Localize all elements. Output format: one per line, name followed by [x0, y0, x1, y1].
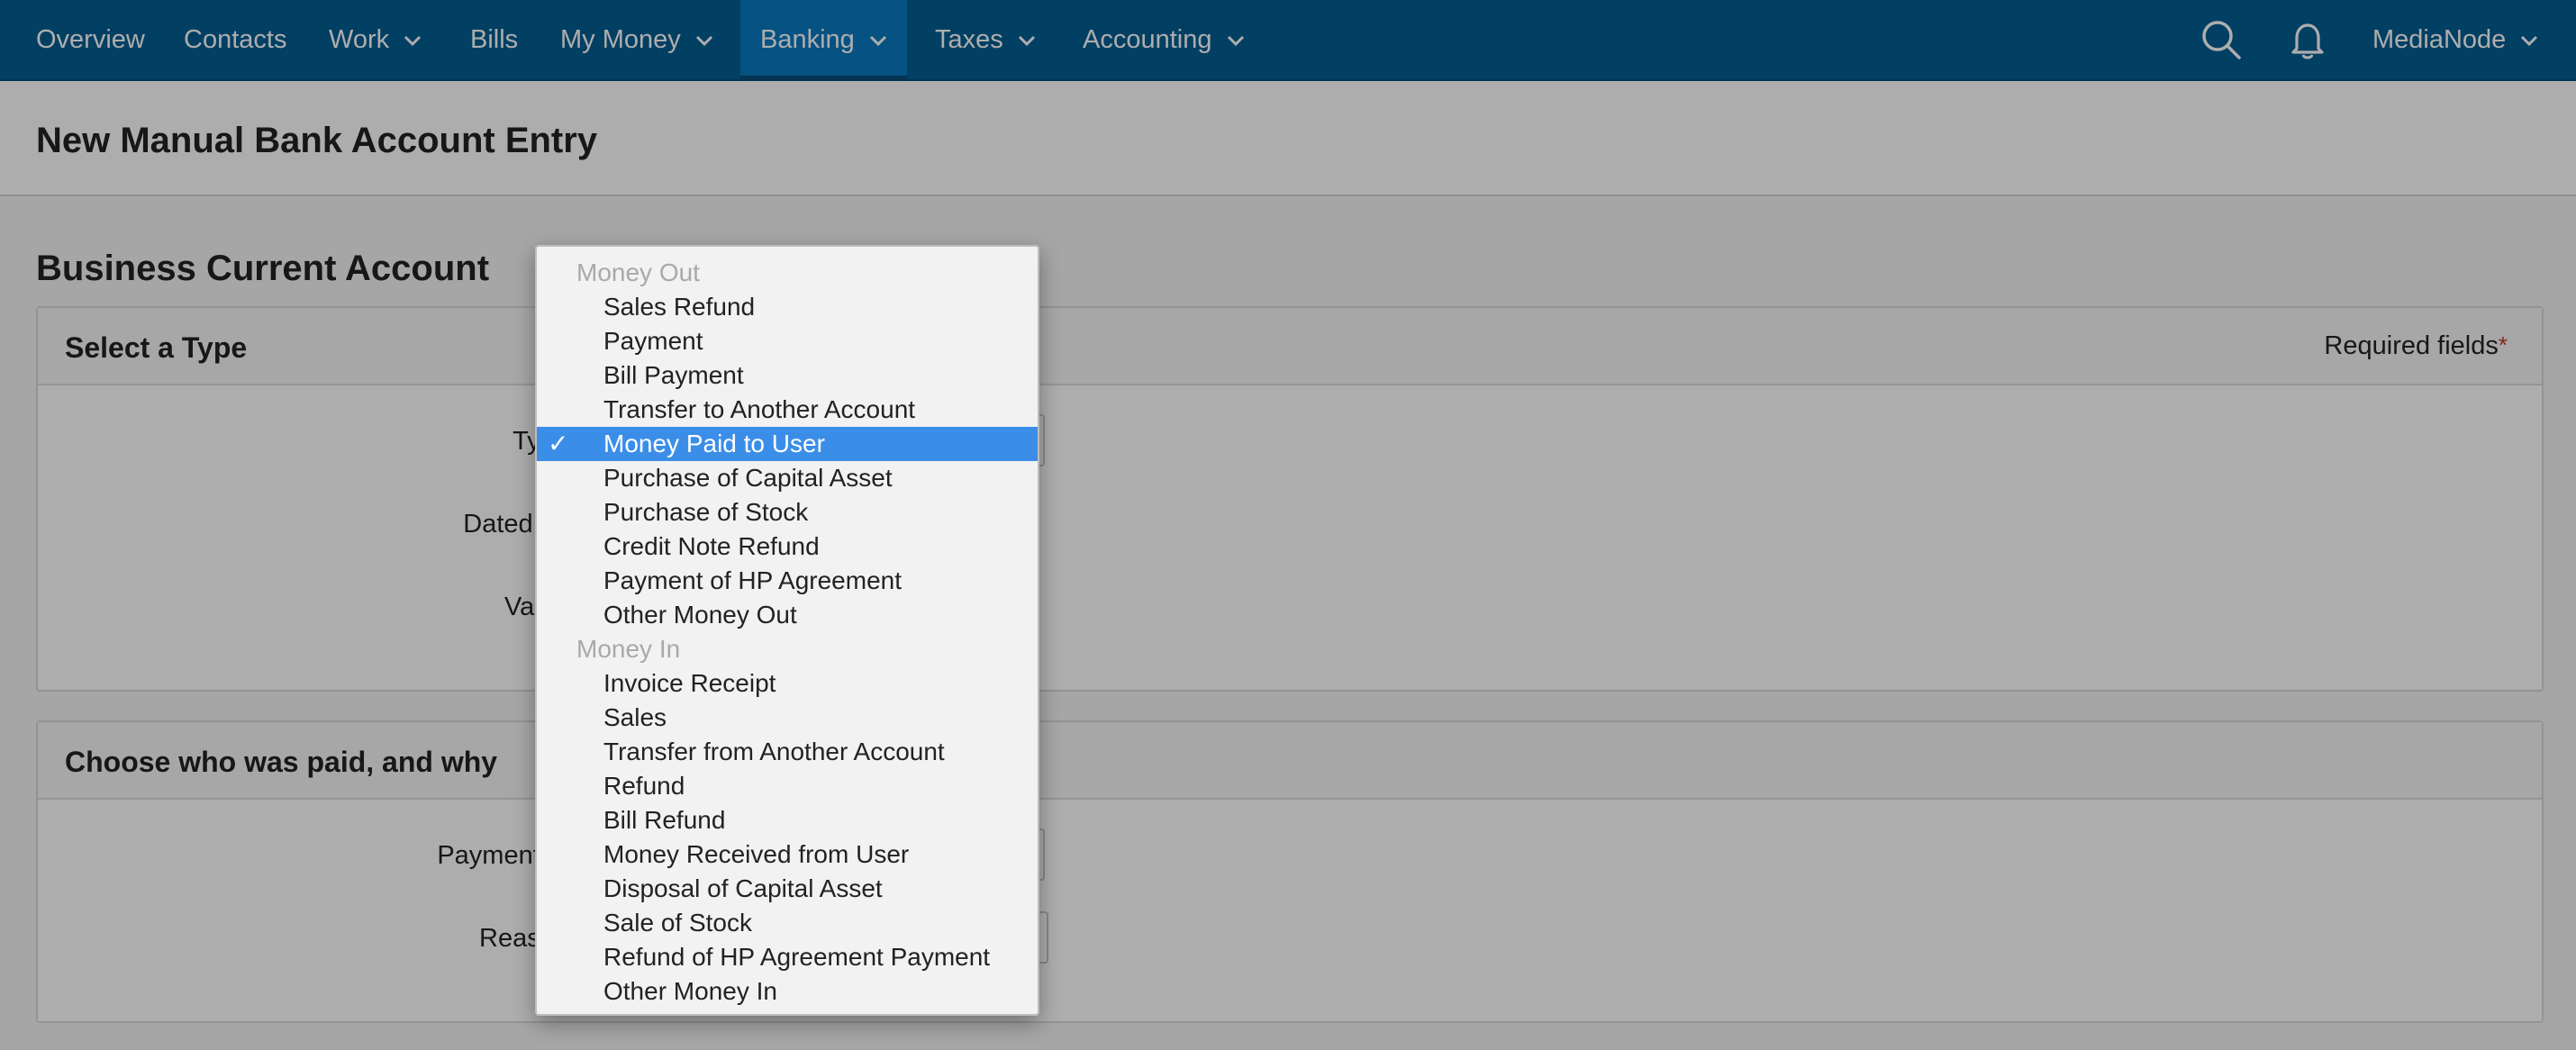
option-sales[interactable]: Sales — [537, 701, 1038, 735]
option-purchase-of-capital-asset[interactable]: Purchase of Capital Asset — [537, 461, 1038, 495]
option-refund[interactable]: Refund — [537, 769, 1038, 803]
type-dropdown-menu: Money Out Sales Refund Payment Bill Paym… — [535, 245, 1039, 1016]
option-sales-refund[interactable]: Sales Refund — [537, 290, 1038, 324]
option-money-received-from-user[interactable]: Money Received from User — [537, 837, 1038, 872]
option-credit-note-refund[interactable]: Credit Note Refund — [537, 530, 1038, 564]
dropdown-group-money-in: Money In — [576, 635, 681, 663]
modal-overlay — [0, 0, 2576, 1050]
option-other-money-in[interactable]: Other Money In — [537, 974, 1038, 1009]
option-invoice-receipt[interactable]: Invoice Receipt — [537, 666, 1038, 701]
option-bill-refund[interactable]: Bill Refund — [537, 803, 1038, 837]
option-transfer-from-another-account[interactable]: Transfer from Another Account — [537, 735, 1038, 769]
checkmark-icon: ✓ — [548, 430, 569, 457]
option-transfer-to-another-account[interactable]: Transfer to Another Account — [537, 393, 1038, 427]
option-label: Money Paid to User — [603, 430, 825, 457]
option-payment-of-hp-agreement[interactable]: Payment of HP Agreement — [537, 564, 1038, 598]
option-sale-of-stock[interactable]: Sale of Stock — [537, 906, 1038, 940]
option-disposal-of-capital-asset[interactable]: Disposal of Capital Asset — [537, 872, 1038, 906]
option-payment[interactable]: Payment — [537, 324, 1038, 358]
option-purchase-of-stock[interactable]: Purchase of Stock — [537, 495, 1038, 530]
option-bill-payment[interactable]: Bill Payment — [537, 358, 1038, 393]
option-money-paid-to-user[interactable]: ✓ Money Paid to User — [537, 427, 1038, 461]
option-refund-of-hp-agreement-payment[interactable]: Refund of HP Agreement Payment — [537, 940, 1038, 974]
option-other-money-out[interactable]: Other Money Out — [537, 598, 1038, 632]
dropdown-group-money-out: Money Out — [576, 258, 700, 286]
